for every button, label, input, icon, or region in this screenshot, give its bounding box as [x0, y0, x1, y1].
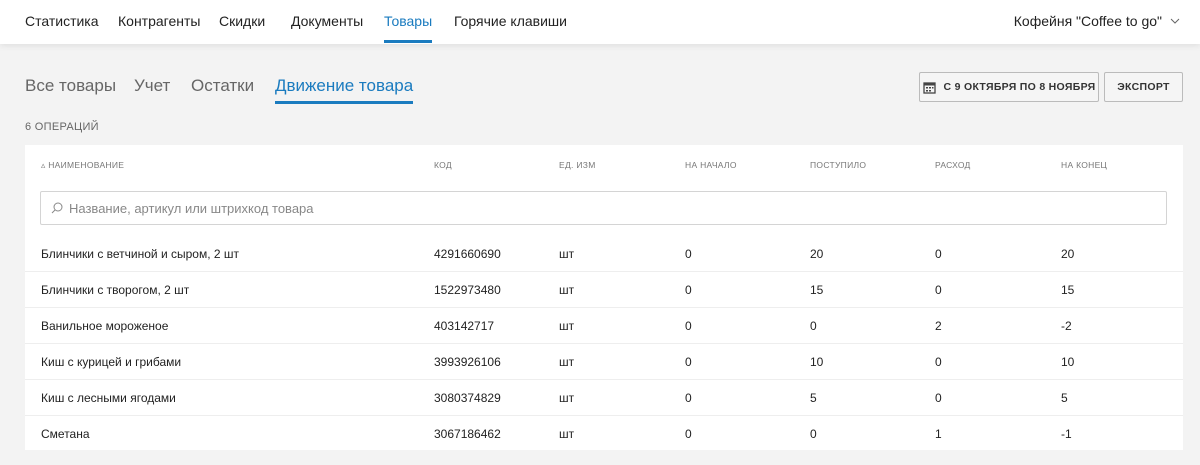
- cell-received: 10: [810, 355, 824, 369]
- cell-start: 0: [685, 283, 692, 297]
- cell-received: 0: [810, 319, 817, 333]
- cell-name: Сметана: [41, 427, 90, 441]
- header-name-label: НАИМЕНОВАНИЕ: [48, 160, 125, 170]
- cell-code: 3080374829: [434, 391, 501, 405]
- table-row[interactable]: Киш с курицей и грибами 3993926106 шт 0 10 0 1…: [25, 344, 1183, 380]
- cell-end: -2: [1061, 319, 1072, 333]
- chevron-down-icon: [1170, 18, 1180, 24]
- table-row[interactable]: Блинчики с ветчиной и сыром, 2 шт 4291660…: [25, 236, 1183, 272]
- cell-code: 4291660690: [434, 247, 501, 261]
- export-button[interactable]: ЭКСПОРТ: [1104, 72, 1183, 102]
- header-expense[interactable]: РАСХОД: [935, 160, 971, 170]
- search-placeholder: Название, артикул или штрихкод товара: [69, 200, 314, 216]
- cell-name: Ванильное мороженое: [41, 319, 169, 333]
- header-name[interactable]: ▵ НАИМЕНОВАНИЕ: [41, 160, 124, 171]
- top-bar: Статистика Контрагенты Скидки Документы …: [0, 0, 1200, 44]
- cell-name: Блинчики с ветчиной и сыром, 2 шт: [41, 247, 240, 261]
- subtab-accounting[interactable]: Учет: [134, 76, 170, 96]
- cell-unit: шт: [559, 319, 575, 333]
- table-row[interactable]: Ванильное мороженое 403142717 шт 0 0 2 -2: [25, 308, 1183, 344]
- subtab-movement[interactable]: Движение товара: [275, 76, 414, 104]
- nav-counterparties[interactable]: Контрагенты: [118, 13, 200, 29]
- header-start[interactable]: НА НАЧАЛО: [685, 160, 737, 170]
- cell-end: 10: [1061, 355, 1075, 369]
- cell-start: 0: [685, 355, 692, 369]
- movement-table: ▵ НАИМЕНОВАНИЕ КОД ЕД. ИЗМ НА НАЧАЛО ПОС…: [25, 145, 1183, 450]
- search-icon: [51, 202, 63, 214]
- table-row[interactable]: Блинчики с творогом, 2 шт 1522973480 шт 0 15…: [25, 272, 1183, 308]
- table-row[interactable]: Киш с лесными ягодами 3080374829 шт 0 5 0 5: [25, 380, 1183, 416]
- store-selector[interactable]: Кофейня "Coffee to go": [1014, 13, 1180, 29]
- header-end[interactable]: НА КОНЕЦ: [1061, 160, 1107, 170]
- cell-unit: шт: [559, 427, 575, 441]
- cell-expense: 1: [935, 427, 942, 441]
- cell-code: 3067186462: [434, 427, 501, 441]
- cell-unit: шт: [559, 247, 575, 261]
- cell-start: 0: [685, 247, 692, 261]
- cell-code: 3993926106: [434, 355, 501, 369]
- cell-expense: 0: [935, 355, 942, 369]
- cell-received: 20: [810, 247, 824, 261]
- table-row[interactable]: Сметана 3067186462 шт 0 0 1 -1: [25, 416, 1183, 452]
- operations-count: 6 ОПЕРАЦИЙ: [25, 121, 99, 133]
- date-range-label: С 9 ОКТЯБРЯ ПО 8 НОЯБРЯ: [943, 81, 1096, 93]
- nav-products[interactable]: Товары: [384, 13, 433, 43]
- cell-name: Киш с курицей и грибами: [41, 355, 182, 369]
- cell-unit: шт: [559, 283, 575, 297]
- cell-expense: 0: [935, 391, 942, 405]
- calendar-icon: [922, 81, 936, 94]
- cell-received: 15: [810, 283, 824, 297]
- nav-discounts[interactable]: Скидки: [219, 13, 265, 29]
- cell-received: 0: [810, 427, 817, 441]
- nav-documents[interactable]: Документы: [291, 13, 363, 29]
- nav-statistics[interactable]: Статистика: [25, 13, 99, 29]
- cell-name: Блинчики с творогом, 2 шт: [41, 283, 190, 297]
- cell-name: Киш с лесными ягодами: [41, 391, 176, 405]
- cell-start: 0: [685, 319, 692, 333]
- cell-code: 403142717: [434, 319, 495, 333]
- date-range-button[interactable]: С 9 ОКТЯБРЯ ПО 8 НОЯБРЯ: [919, 72, 1099, 102]
- cell-unit: шт: [559, 355, 575, 369]
- cell-end: 15: [1061, 283, 1075, 297]
- nav-hotkeys[interactable]: Горячие клавиши: [454, 13, 567, 29]
- cell-received: 5: [810, 391, 817, 405]
- cell-expense: 0: [935, 247, 942, 261]
- cell-unit: шт: [559, 391, 575, 405]
- store-name: Кофейня "Coffee to go": [1013, 13, 1162, 29]
- cell-end: 20: [1061, 247, 1075, 261]
- cell-code: 1522973480: [434, 283, 501, 297]
- cell-expense: 2: [935, 319, 942, 333]
- cell-start: 0: [685, 391, 692, 405]
- header-received[interactable]: ПОСТУПИЛО: [810, 160, 866, 170]
- cell-expense: 0: [935, 283, 942, 297]
- subtab-stock[interactable]: Остатки: [191, 76, 254, 96]
- header-unit[interactable]: ЕД. ИЗМ: [559, 160, 596, 170]
- cell-start: 0: [685, 427, 692, 441]
- cell-end: -1: [1061, 427, 1072, 441]
- header-code[interactable]: КОД: [434, 160, 452, 170]
- search-input[interactable]: Название, артикул или штрихкод товара: [40, 191, 1167, 225]
- subtab-all-products[interactable]: Все товары: [25, 76, 116, 96]
- cell-end: 5: [1061, 391, 1068, 405]
